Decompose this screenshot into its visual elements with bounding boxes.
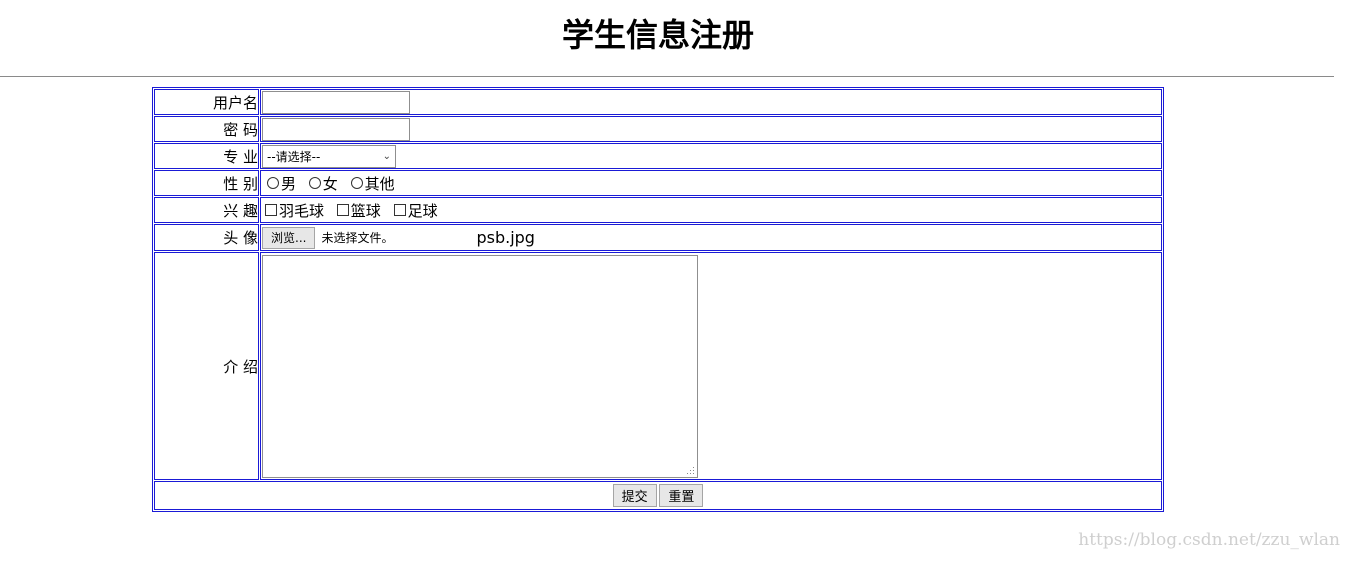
username-row: 用户名 <box>154 89 1162 115</box>
hobby-option-badminton[interactable]: 羽毛球 <box>265 200 324 221</box>
avatar-label: 头 像 <box>154 224 259 251</box>
divider <box>0 76 1334 77</box>
hobbies-label: 兴 趣 <box>154 197 259 223</box>
major-cell: --请选择-- ⌄ <box>260 143 1162 169</box>
intro-textarea[interactable] <box>262 254 698 478</box>
gender-option-female[interactable]: 女 <box>308 173 338 194</box>
hobby-option-label: 羽毛球 <box>279 201 325 220</box>
gender-option-label: 男 <box>281 174 297 193</box>
hobby-option-label: 足球 <box>407 201 438 220</box>
registration-form: 用户名 密 码 专 业 --请选择-- ⌄ 性 别 男 女 其他 兴 趣 羽毛球… <box>152 87 1164 512</box>
checkbox-icon[interactable] <box>265 204 277 216</box>
username-label: 用户名 <box>154 89 259 115</box>
gender-row: 性 别 男 女 其他 <box>154 170 1162 196</box>
file-status: 未选择文件。 <box>321 231 394 245</box>
gender-option-label: 女 <box>322 174 338 193</box>
hobby-option-label: 篮球 <box>350 201 381 220</box>
gender-option-other[interactable]: 其他 <box>350 173 395 194</box>
browse-button[interactable]: 浏览... <box>262 226 316 249</box>
checkbox-icon[interactable] <box>393 204 406 216</box>
file-picker: 浏览... 未选择文件。 psb.jpg <box>261 226 1161 249</box>
major-row: 专 业 --请选择-- ⌄ <box>154 143 1162 169</box>
intro-cell <box>260 252 1162 480</box>
intro-row: 介 绍 <box>154 252 1162 480</box>
chevron-down-icon: ⌄ <box>382 150 391 162</box>
major-select-value: --请选择-- <box>267 149 321 164</box>
submit-button[interactable]: 提交 <box>612 484 657 507</box>
username-input[interactable] <box>262 90 410 114</box>
actions-cell: 提交 重置 <box>154 481 1162 510</box>
major-label: 专 业 <box>154 143 259 169</box>
hobby-option-basketball[interactable]: 篮球 <box>336 200 381 221</box>
checkbox-icon[interactable] <box>336 204 349 216</box>
actions-row: 提交 重置 <box>154 481 1162 510</box>
gender-label: 性 别 <box>154 170 259 196</box>
hobbies-row: 兴 趣 羽毛球 篮球 足球 <box>154 197 1162 223</box>
radio-icon[interactable] <box>267 177 279 189</box>
hobby-option-football[interactable]: 足球 <box>393 200 438 221</box>
file-name: psb.jpg <box>476 228 535 247</box>
radio-icon[interactable] <box>350 177 363 189</box>
avatar-cell: 浏览... 未选择文件。 psb.jpg <box>260 224 1162 251</box>
watermark: https://blog.csdn.net/zzu_wlan <box>1078 530 1340 550</box>
password-input[interactable] <box>262 117 410 141</box>
gender-cell: 男 女 其他 <box>260 170 1162 196</box>
resize-grip-icon[interactable] <box>686 466 695 475</box>
gender-option-label: 其他 <box>364 174 395 193</box>
reset-button[interactable]: 重置 <box>659 484 704 507</box>
page-title: 学生信息注册 <box>561 16 754 54</box>
password-label: 密 码 <box>154 116 259 142</box>
gender-option-male[interactable]: 男 <box>267 173 296 194</box>
hobbies-cell: 羽毛球 篮球 足球 <box>260 197 1162 223</box>
major-select[interactable]: --请选择-- ⌄ <box>262 144 396 168</box>
password-cell <box>260 116 1162 142</box>
password-row: 密 码 <box>154 116 1162 142</box>
radio-icon[interactable] <box>308 177 321 189</box>
username-cell <box>260 89 1162 115</box>
intro-label: 介 绍 <box>154 252 259 480</box>
avatar-row: 头 像 浏览... 未选择文件。 psb.jpg <box>154 224 1162 251</box>
